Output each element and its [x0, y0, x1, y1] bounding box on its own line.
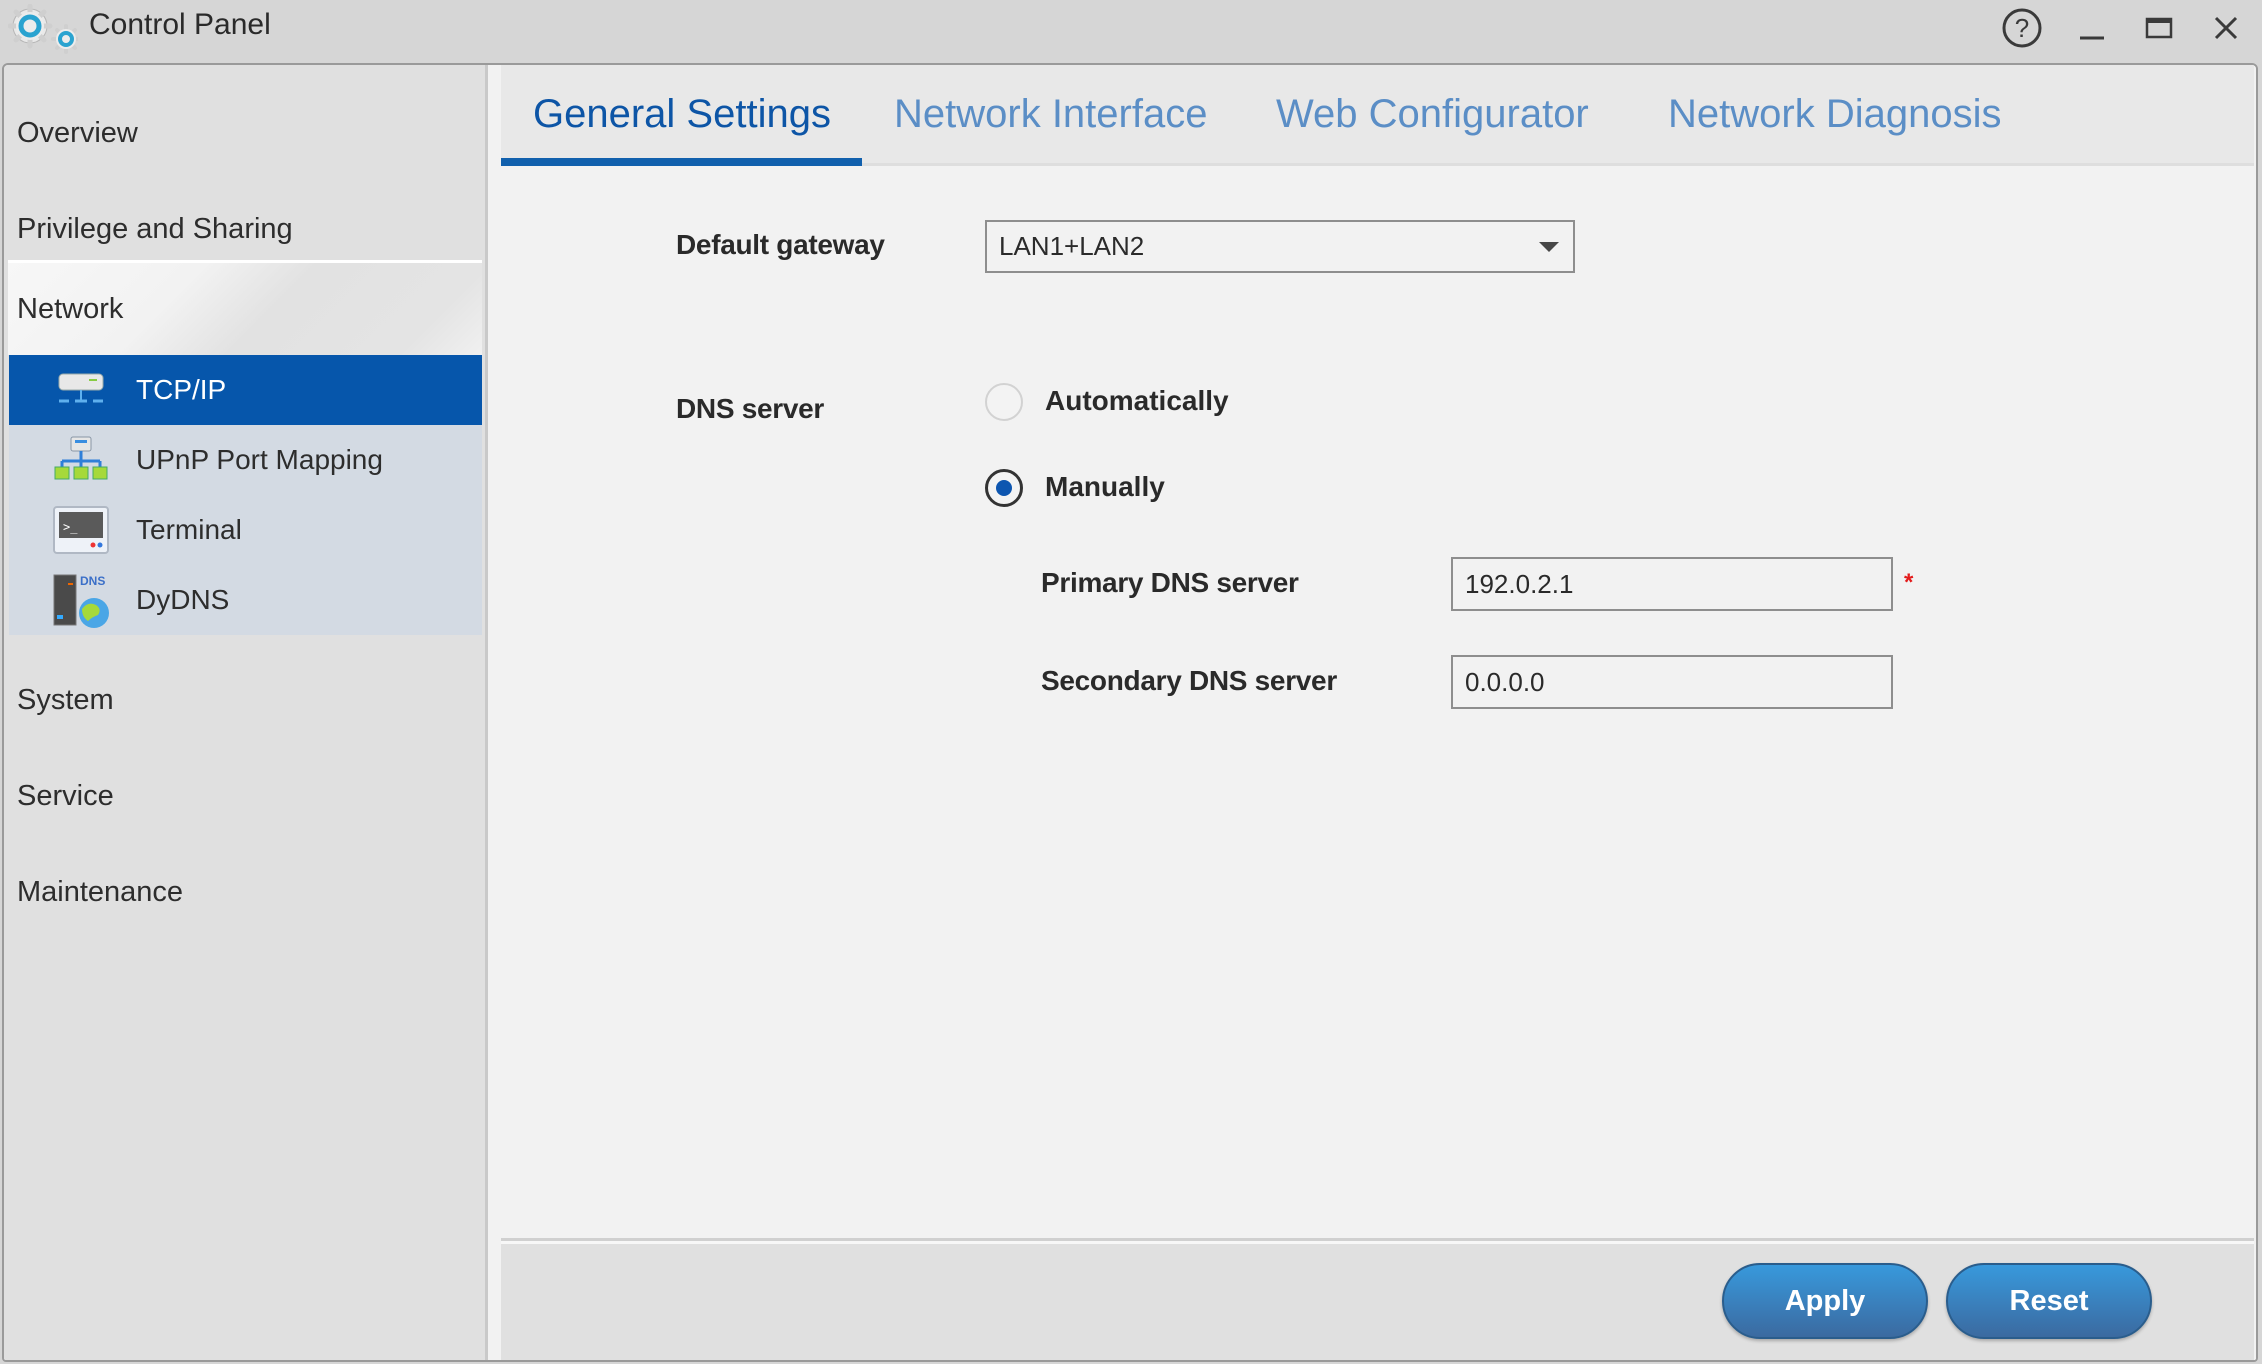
sidebar-item-service[interactable]: Service — [4, 748, 482, 844]
secondary-dns-label: Secondary DNS server — [1041, 665, 1337, 696]
sidebar-subitem-terminal[interactable]: >_ Terminal — [9, 495, 482, 565]
maximize-button[interactable] — [2137, 6, 2181, 50]
tab-network-interface[interactable]: Network Interface — [862, 65, 1239, 163]
default-gateway-value: LAN1+LAN2 — [999, 231, 1145, 261]
title-bar: Control Panel ? — [0, 0, 2262, 62]
apply-button[interactable]: Apply — [1722, 1263, 1928, 1339]
primary-dns-label: Primary DNS server — [1041, 567, 1299, 598]
radio-selected-dot — [996, 480, 1012, 496]
sidebar-item-maintenance[interactable]: Maintenance — [4, 844, 482, 940]
close-icon — [2214, 16, 2238, 40]
default-gateway-select[interactable]: LAN1+LAN2 — [985, 220, 1575, 273]
primary-dns-input[interactable] — [1451, 557, 1893, 611]
sidebar-subitem-label: UPnP Port Mapping — [136, 444, 383, 475]
chevron-down-icon — [1539, 242, 1559, 252]
sidebar-item-system[interactable]: System — [4, 652, 482, 748]
control-panel-window: Overview Privilege and Sharing Network T… — [2, 63, 2258, 1362]
network-topology-icon — [51, 432, 111, 488]
network-submenu: TCP/IP UPnP Port Mapping >_ Terminal DNS… — [9, 355, 482, 635]
sidebar-subitem-tcp-ip[interactable]: TCP/IP — [9, 355, 482, 425]
reset-button[interactable]: Reset — [1946, 1263, 2152, 1339]
help-button[interactable]: ? — [2000, 6, 2044, 50]
dns-server-globe-icon: DNS — [51, 572, 111, 628]
control-panel-gears-icon — [7, 3, 79, 54]
content-panel: General Settings Network Interface Web C… — [488, 65, 2256, 1360]
tab-network-diagnosis[interactable]: Network Diagnosis — [1636, 65, 2033, 163]
action-footer: Apply Reset — [501, 1238, 2254, 1360]
maximize-icon — [2145, 17, 2173, 39]
minimize-button[interactable] — [2070, 6, 2114, 50]
sidebar-subitem-label: DyDNS — [136, 584, 230, 615]
tab-web-configurator[interactable]: Web Configurator — [1244, 65, 1621, 163]
dns-automatically-label[interactable]: Automatically — [1045, 385, 1229, 417]
tab-bar: General Settings Network Interface Web C… — [501, 65, 2254, 166]
sidebar-subitem-dydns[interactable]: DNS DyDNS — [9, 565, 482, 635]
sidebar-subitem-label: Terminal — [136, 514, 242, 545]
help-icon: ? — [2002, 8, 2042, 48]
svg-text:>_: >_ — [63, 520, 78, 534]
tab-general-settings[interactable]: General Settings — [501, 65, 862, 166]
sidebar-subitem-label: TCP/IP — [136, 374, 227, 405]
dns-automatically-radio[interactable] — [985, 383, 1023, 421]
svg-text:DNS: DNS — [80, 574, 105, 588]
dns-server-label: DNS server — [676, 393, 824, 424]
minimize-icon — [2080, 36, 2104, 40]
sidebar: Overview Privilege and Sharing Network T… — [4, 65, 488, 1360]
required-asterisk: * — [1904, 569, 1914, 596]
network-device-icon — [51, 362, 111, 418]
dns-manually-label[interactable]: Manually — [1045, 471, 1165, 503]
default-gateway-label: Default gateway — [676, 229, 885, 260]
sidebar-subitem-upnp-port-mapping[interactable]: UPnP Port Mapping — [9, 425, 482, 495]
window-title: Control Panel — [89, 8, 271, 41]
sidebar-item-overview[interactable]: Overview — [4, 85, 482, 181]
close-button[interactable] — [2204, 6, 2248, 50]
sidebar-item-network[interactable]: Network — [8, 260, 482, 355]
dns-manually-radio[interactable] — [985, 469, 1023, 507]
svg-text:?: ? — [2015, 13, 2029, 43]
terminal-icon: >_ — [51, 502, 111, 558]
secondary-dns-input[interactable] — [1451, 655, 1893, 709]
